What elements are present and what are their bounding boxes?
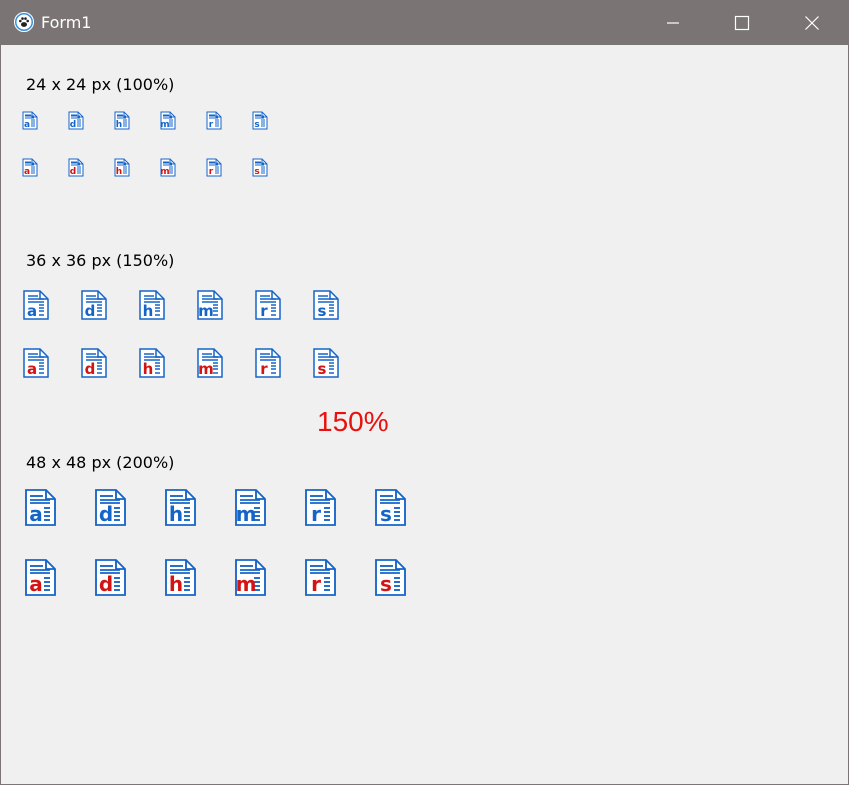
document-a-icon: a <box>22 158 39 178</box>
document-letter: r <box>311 502 321 526</box>
document-d-icon: d <box>81 290 108 321</box>
document-letter: s <box>380 502 392 526</box>
document-h-icon: h <box>114 111 131 131</box>
document-m-icon: m <box>197 290 224 321</box>
document-letter: r <box>209 120 214 130</box>
client-area: 24 x 24 px (100%) 36 x 36 px (150%) 48 x… <box>1 45 848 784</box>
document-r-icon: r <box>206 111 223 131</box>
document-s-icon: s <box>252 158 269 178</box>
document-letter: s <box>380 572 392 596</box>
document-a-icon: a <box>23 290 50 321</box>
document-m-icon: m <box>160 111 177 131</box>
document-a-icon: a <box>25 489 57 527</box>
document-letter: m <box>160 120 169 130</box>
document-h-icon: h <box>165 559 197 597</box>
document-h-icon: h <box>114 158 131 178</box>
document-letter: d <box>85 360 96 378</box>
document-letter: r <box>311 572 321 596</box>
document-d-icon: d <box>68 111 85 131</box>
document-letter: h <box>169 572 183 596</box>
document-letter: h <box>116 120 122 130</box>
maximize-button[interactable] <box>719 1 765 45</box>
document-letter: a <box>29 572 43 596</box>
document-letter: a <box>24 167 30 177</box>
document-letter: a <box>27 302 37 320</box>
document-h-icon: h <box>139 348 166 379</box>
paw-icon[interactable] <box>14 12 34 32</box>
document-letter: r <box>260 302 268 320</box>
document-letter: h <box>169 502 183 526</box>
document-a-icon: a <box>25 559 57 597</box>
document-r-icon: r <box>206 158 223 178</box>
document-letter: m <box>236 502 257 526</box>
document-h-icon: h <box>139 290 166 321</box>
document-s-icon: s <box>313 348 340 379</box>
group-label-24px: 24 x 24 px (100%) <box>26 75 175 94</box>
document-letter: d <box>99 502 113 526</box>
document-letter: r <box>260 360 268 378</box>
document-letter: m <box>160 167 169 177</box>
document-letter: a <box>29 502 43 526</box>
document-letter: a <box>27 360 37 378</box>
close-icon <box>805 16 819 30</box>
title-bar[interactable]: Form1 <box>1 1 848 45</box>
form1-window: Form1 24 x 24 px (100%) 36 x 36 px (150%… <box>0 0 849 785</box>
document-s-icon: s <box>375 489 407 527</box>
minimize-icon <box>667 22 679 24</box>
maximize-icon <box>734 15 750 31</box>
document-r-icon: r <box>305 489 337 527</box>
document-letter: d <box>70 167 76 177</box>
document-d-icon: d <box>68 158 85 178</box>
document-a-icon: a <box>22 111 39 131</box>
document-letter: d <box>70 120 76 130</box>
document-letter: r <box>209 167 214 177</box>
document-a-icon: a <box>23 348 50 379</box>
document-letter: s <box>318 360 327 378</box>
document-d-icon: d <box>95 559 127 597</box>
group-label-48px: 48 x 48 px (200%) <box>26 453 175 472</box>
document-r-icon: r <box>255 290 282 321</box>
group-label-36px: 36 x 36 px (150%) <box>26 251 175 270</box>
document-letter: m <box>198 302 214 320</box>
document-letter: s <box>254 120 259 130</box>
document-d-icon: d <box>81 348 108 379</box>
document-letter: s <box>318 302 327 320</box>
document-letter: m <box>236 572 257 596</box>
document-h-icon: h <box>165 489 197 527</box>
document-letter: d <box>99 572 113 596</box>
document-letter: a <box>24 120 30 130</box>
document-letter: h <box>143 302 154 320</box>
document-letter: d <box>85 302 96 320</box>
document-m-icon: m <box>235 559 267 597</box>
document-letter: h <box>143 360 154 378</box>
window-title: Form1 <box>41 13 92 32</box>
document-letter: m <box>198 360 214 378</box>
document-d-icon: d <box>95 489 127 527</box>
document-m-icon: m <box>160 158 177 178</box>
minimize-button[interactable] <box>650 1 696 45</box>
close-button[interactable] <box>789 1 835 45</box>
document-s-icon: s <box>375 559 407 597</box>
document-r-icon: r <box>305 559 337 597</box>
document-letter: s <box>254 167 259 177</box>
document-s-icon: s <box>252 111 269 131</box>
scale-note: 150% <box>317 406 389 437</box>
document-m-icon: m <box>197 348 224 379</box>
document-m-icon: m <box>235 489 267 527</box>
document-s-icon: s <box>313 290 340 321</box>
document-r-icon: r <box>255 348 282 379</box>
document-letter: h <box>116 167 122 177</box>
